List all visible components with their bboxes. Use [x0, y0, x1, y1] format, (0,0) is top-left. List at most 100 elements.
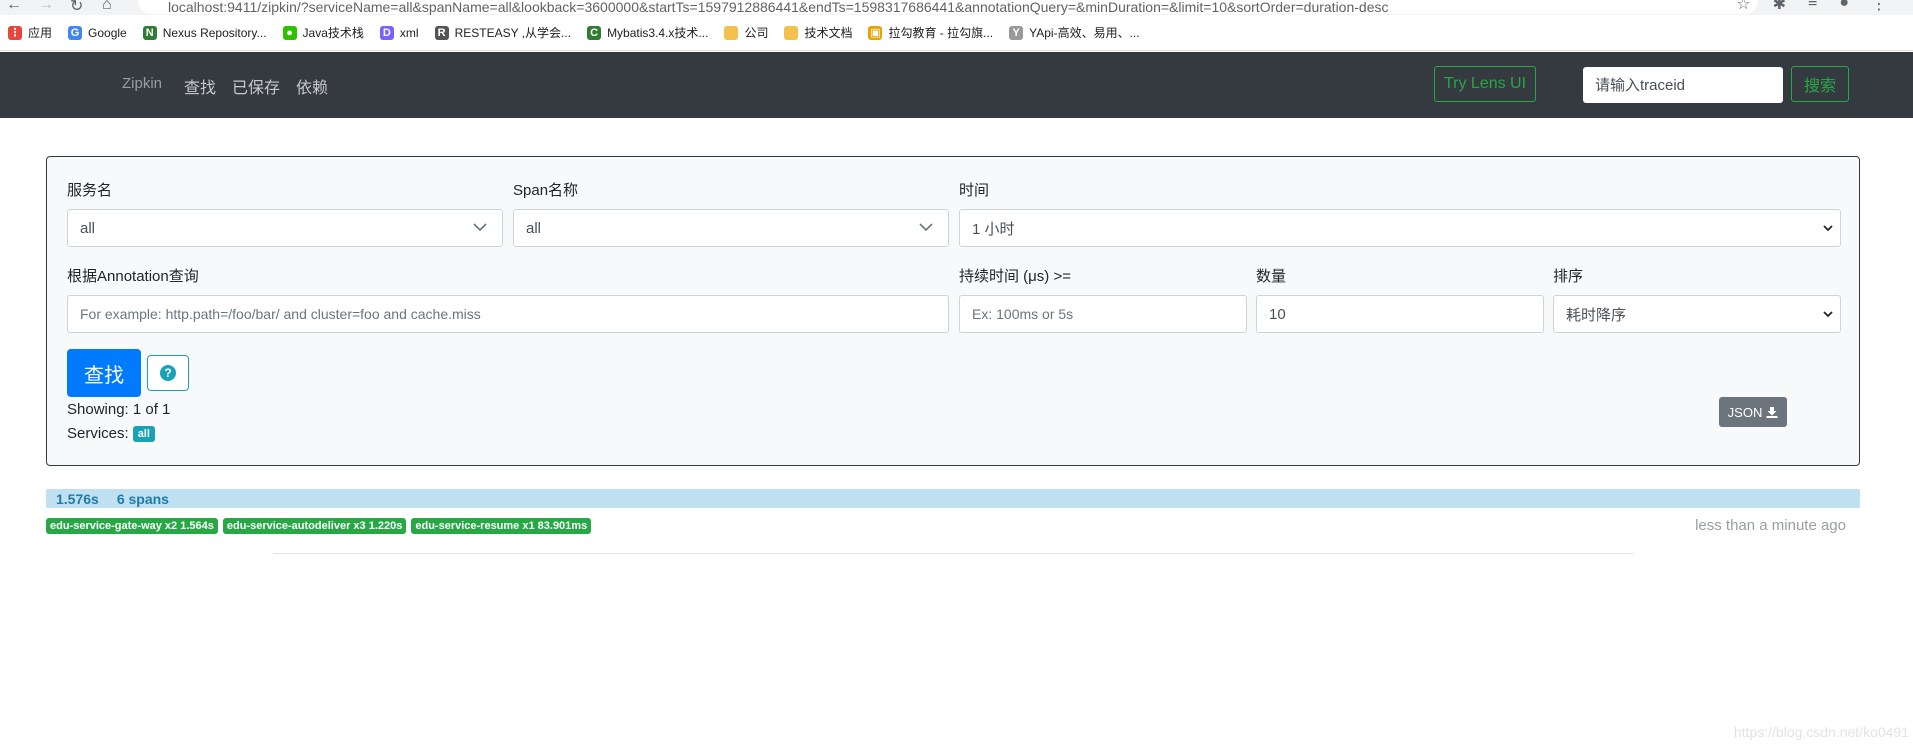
services-badge[interactable]: all [132, 425, 155, 442]
time-value: 1 小时 [972, 220, 1015, 238]
bookmark-item[interactable]: R RESTEASY ,从学会... [434, 24, 572, 41]
json-label: JSON [1727, 404, 1763, 420]
service-badge-gateway[interactable]: edu-service-gate-way x2 1.564s [46, 518, 218, 534]
yapi-icon: Y [1009, 25, 1024, 40]
folder-icon [784, 25, 799, 40]
mybatis-icon: C [587, 25, 602, 40]
nav-dependencies[interactable]: 依赖 [296, 74, 328, 98]
sort-select[interactable]: 耗时降序 [1553, 295, 1841, 333]
search-panel: 服务名 all Span名称 all 时间 1 小时 根据Annotation查… [46, 156, 1860, 466]
bookmark-item[interactable]: 技术文档 [784, 24, 852, 41]
help-button[interactable]: ? [147, 355, 189, 391]
bookmark-item[interactable]: N Nexus Repository... [142, 25, 267, 40]
service-name-value: all [80, 219, 96, 237]
service-name-select[interactable]: all [67, 209, 503, 247]
services-filter: Services: all [67, 425, 155, 442]
limit-label: 数量 [1256, 268, 1287, 285]
bookmark-item[interactable]: ▣ 拉勾教育 - 拉勾旗... [868, 24, 993, 41]
bookmark-label: Java技术栈 [302, 26, 364, 40]
bookmark-item[interactable]: G Google [68, 25, 127, 40]
json-download-button[interactable]: JSON [1719, 397, 1787, 427]
address-bar[interactable]: localhost:9411/zipkin/?serviceName=all&s… [138, 0, 1758, 15]
find-button[interactable]: 查找 [67, 349, 141, 397]
try-lens-button[interactable]: Try Lens UI [1434, 66, 1536, 102]
menu-icon[interactable]: ≡ [1808, 0, 1817, 14]
trace-timestamp: less than a minute ago [1695, 517, 1846, 534]
trace-duration-bar[interactable]: 1.576s 6 spans [46, 489, 1860, 508]
xml-icon: D [379, 25, 394, 40]
bookmark-item[interactable]: C Mybatis3.4.x技术... [587, 24, 708, 41]
bookmark-label: 技术文档 [804, 26, 853, 40]
home-icon[interactable]: ⌂ [102, 0, 112, 14]
bookmark-label: RESTEASY ,从学会... [454, 26, 572, 40]
bookmark-item[interactable]: ● Java技术栈 [282, 24, 364, 41]
service-badges: edu-service-gate-way x2 1.564s edu-servi… [46, 518, 592, 534]
span-name-select[interactable]: all [513, 209, 949, 247]
services-label: Services: [67, 425, 129, 442]
duration-label: 持续时间 (μs) >= [959, 268, 1071, 285]
bookmark-label: 公司 [744, 26, 769, 40]
trace-duration: 1.576s [56, 490, 99, 507]
wechat-icon: ● [282, 25, 297, 40]
profile-icon[interactable]: ● [1839, 0, 1849, 14]
annotation-query-input[interactable]: For example: http.path=/foo/bar/ and clu… [67, 295, 949, 333]
top-navbar: Zipkin 查找 已保存 依赖 Try Lens UI 搜索 [0, 52, 1913, 118]
bookmark-item[interactable]: ⋮ 应用 [8, 24, 52, 41]
star-icon[interactable]: ☆ [1736, 0, 1750, 14]
span-name-value: all [526, 219, 542, 237]
brand-link[interactable]: Zipkin [122, 75, 162, 92]
chevron-down-icon [919, 223, 933, 232]
watermark: https://blog.csdn.net/ko0491 [1733, 724, 1909, 740]
divider [273, 553, 1633, 554]
chevron-down-icon [1823, 311, 1833, 318]
bookmark-item[interactable]: Dxml [379, 25, 419, 40]
lagou-icon: ▣ [868, 25, 883, 40]
sort-value: 耗时降序 [1566, 306, 1627, 324]
bookmark-item[interactable]: 公司 [724, 24, 768, 41]
service-name-label: 服务名 [67, 182, 113, 199]
bookmark-item[interactable]: Y YApi-高效、易用、... [1009, 24, 1140, 41]
service-badge-resume[interactable]: edu-service-resume x1 83.901ms [411, 518, 592, 534]
more-icon[interactable]: ⋮ [1871, 0, 1887, 14]
service-badge-autodeliver[interactable]: edu-service-autodeliver x3 1.220s [222, 518, 407, 534]
nexus-icon: N [142, 25, 157, 40]
duration-input[interactable]: Ex: 100ms or 5s [959, 295, 1247, 333]
limit-value: 10 [1269, 305, 1286, 323]
download-icon [1766, 407, 1778, 418]
forward-icon[interactable]: → [38, 0, 54, 14]
limit-input[interactable]: 10 [1256, 295, 1544, 333]
span-name-label: Span名称 [513, 182, 579, 199]
search-button[interactable]: 搜索 [1791, 66, 1849, 102]
nav-find[interactable]: 查找 [184, 74, 216, 98]
chevron-down-icon [473, 223, 487, 232]
time-select[interactable]: 1 小时 [959, 209, 1841, 247]
folder-icon [724, 25, 739, 40]
time-label: 时间 [959, 182, 990, 199]
duration-placeholder: Ex: 100ms or 5s [972, 306, 1074, 322]
bookmark-label: 应用 [28, 26, 53, 40]
annotation-placeholder: For example: http.path=/foo/bar/ and clu… [80, 306, 481, 322]
annotation-label: 根据Annotation查询 [67, 268, 199, 285]
traceid-input[interactable] [1583, 67, 1783, 103]
google-icon: G [68, 25, 83, 40]
question-icon: ? [160, 365, 176, 381]
resteasy-icon: R [434, 25, 449, 40]
bookmark-label: Mybatis3.4.x技术... [607, 26, 709, 40]
browser-url-bar: ← → ↻ ⌂ localhost:9411/zipkin/?serviceNa… [0, 0, 1913, 15]
url-text[interactable]: localhost:9411/zipkin/?serviceName=all&s… [168, 0, 1388, 15]
nav-saved[interactable]: 已保存 [232, 74, 280, 98]
showing-count: Showing: 1 of 1 [67, 401, 171, 418]
back-icon[interactable]: ← [6, 0, 22, 14]
apps-grid-icon: ⋮ [8, 25, 22, 40]
extension-icon[interactable]: ✱ [1773, 0, 1786, 14]
trace-span-count: 6 spans [116, 490, 169, 507]
bookmark-label: 拉勾教育 - 拉勾旗... [888, 26, 994, 40]
sort-label: 排序 [1553, 268, 1584, 285]
bookmark-label: Nexus Repository... [162, 25, 267, 40]
bookmark-label: xml [399, 25, 419, 40]
bookmark-label: YApi-高效、易用、... [1029, 26, 1140, 40]
bookmarks-bar: ⋮ 应用 G Google N Nexus Repository... ● Java技术栈 Dx… [0, 15, 1913, 51]
chevron-down-icon [1823, 225, 1833, 232]
reload-icon[interactable]: ↻ [70, 0, 83, 15]
bookmark-label: Google [88, 25, 127, 40]
